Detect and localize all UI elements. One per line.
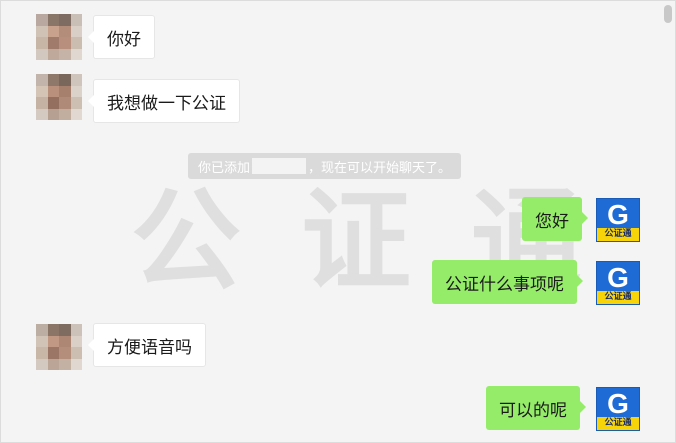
contact-avatar[interactable]: [36, 74, 82, 120]
message-bubble[interactable]: 你好: [88, 15, 155, 59]
scrollbar-thumb[interactable]: [664, 5, 672, 23]
message-text: 我想做一下公证: [107, 93, 226, 114]
system-notice-prefix: 你已添加: [198, 160, 251, 176]
message-text: 你好: [107, 29, 141, 50]
contact-avatar[interactable]: [36, 14, 82, 60]
message-bubble[interactable]: 公证什么事项呢: [432, 260, 583, 304]
logo-letter: G: [597, 389, 639, 419]
my-avatar-logo[interactable]: G 公证通: [596, 261, 640, 305]
logo-letter: G: [597, 263, 639, 293]
my-avatar-logo[interactable]: G 公证通: [596, 198, 640, 242]
redacted-name: [252, 158, 307, 174]
my-avatar-logo[interactable]: G 公证通: [596, 387, 640, 431]
chat-panel: 公 证 通 你好 我想做一下公证 你已添加 ，现在可以开始聊天了。 您好 G 公…: [0, 0, 676, 443]
logo-caption: 公证通: [597, 228, 639, 241]
system-notice: 你已添加 ，现在可以开始聊天了。: [188, 153, 462, 179]
message-text: 公证什么事项呢: [445, 274, 564, 295]
message-bubble[interactable]: 我想做一下公证: [88, 79, 240, 123]
message-bubble[interactable]: 您好: [522, 197, 588, 241]
scrollbar[interactable]: [661, 1, 675, 442]
system-notice-suffix: ，现在可以开始聊天了。: [308, 160, 452, 176]
message-text: 您好: [535, 211, 569, 232]
logo-letter: G: [597, 200, 639, 230]
message-bubble[interactable]: 可以的呢: [486, 386, 586, 430]
message-text: 可以的呢: [499, 400, 567, 421]
message-text: 方便语音吗: [107, 337, 192, 358]
contact-avatar[interactable]: [36, 324, 82, 370]
logo-caption: 公证通: [597, 417, 639, 430]
logo-caption: 公证通: [597, 291, 639, 304]
message-bubble[interactable]: 方便语音吗: [88, 323, 206, 367]
